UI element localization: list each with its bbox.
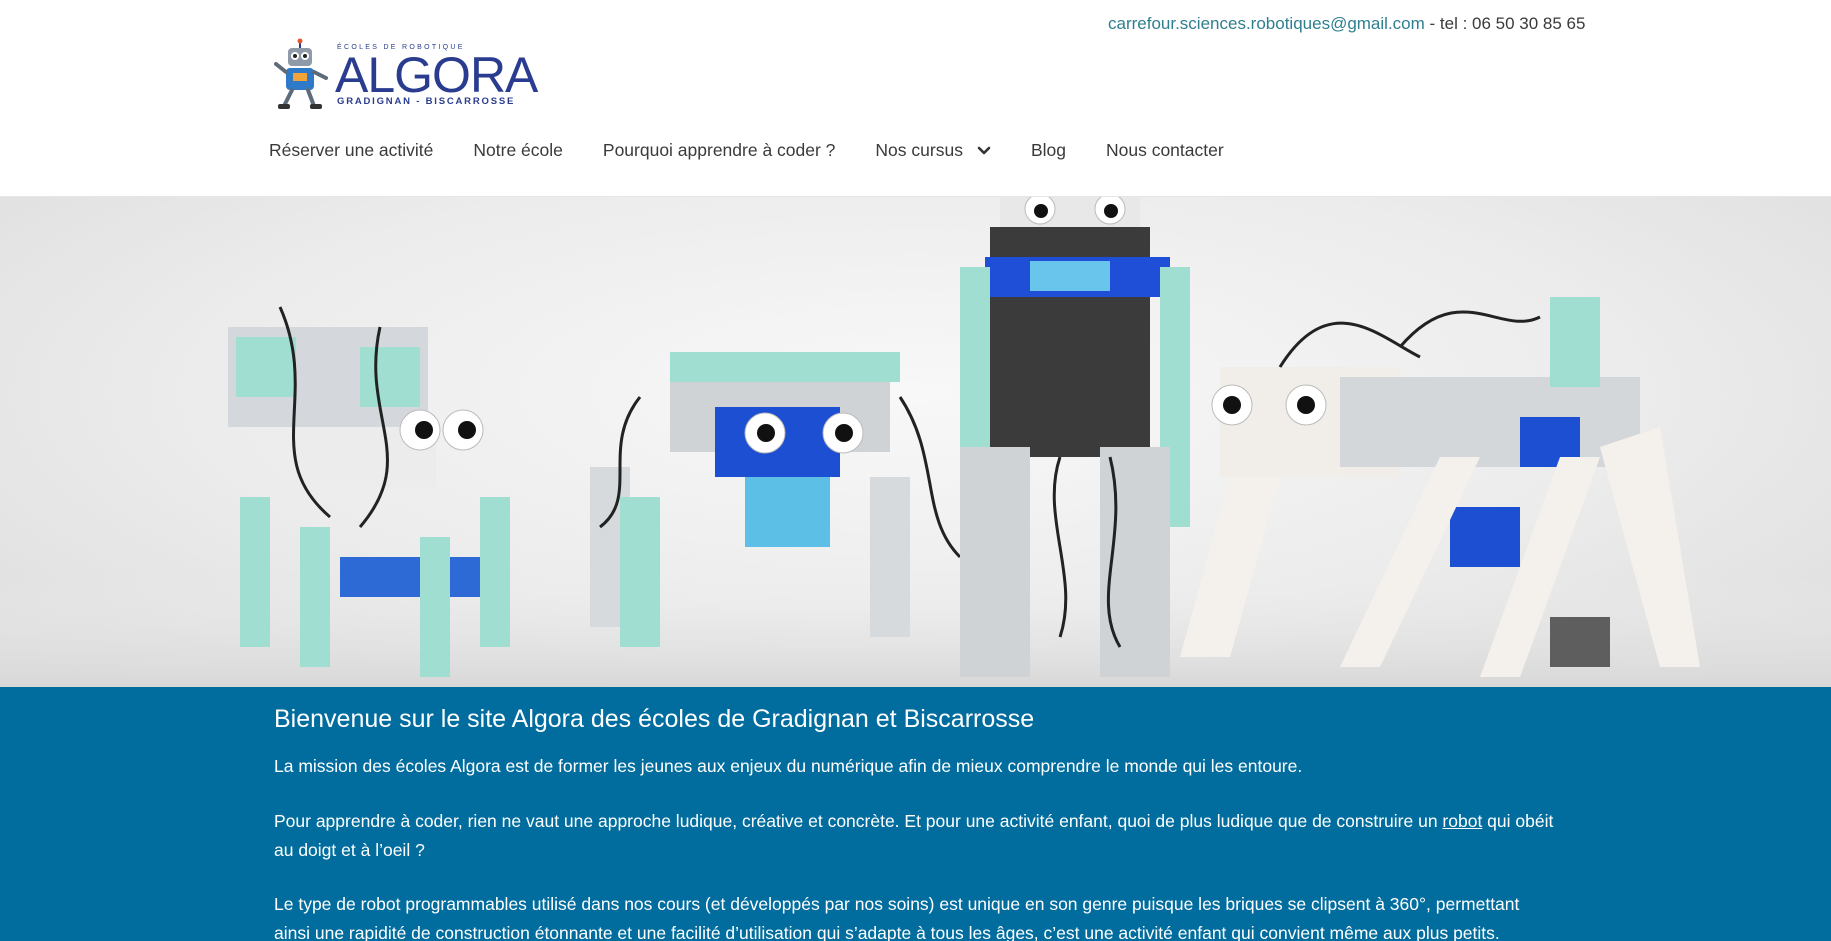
welcome-section: Bienvenue sur le site Algora des écoles … xyxy=(0,687,1831,941)
robot-mascot-icon xyxy=(274,38,328,109)
nav-item-contact[interactable]: Nous contacter xyxy=(1106,140,1224,161)
nav-item-blog[interactable]: Blog xyxy=(1031,140,1066,161)
nav-item-nos-cursus-label: Nos cursus xyxy=(875,140,963,160)
logo-wordmark: ALGORA xyxy=(335,47,538,103)
mission-paragraph: La mission des écoles Algora est de form… xyxy=(274,756,1303,776)
contact-bar: carrefour.sciences.robotiques@gmail.com … xyxy=(1108,14,1585,34)
chevron-down-icon[interactable] xyxy=(977,146,991,156)
robot-type-paragraph: Le type de robot programmables utilisé d… xyxy=(274,894,1520,941)
page: carrefour.sciences.robotiques@gmail.com … xyxy=(0,0,1831,941)
nav-item-nos-cursus[interactable]: Nos cursus xyxy=(875,140,991,161)
robots-photo xyxy=(0,197,1831,687)
nav-item-pourquoi-coder[interactable]: Pourquoi apprendre à coder ? xyxy=(603,140,836,161)
main-nav: Réserver une activité Notre école Pourqu… xyxy=(269,140,1264,161)
robot-link[interactable]: robot xyxy=(1442,811,1482,831)
site-header: carrefour.sciences.robotiques@gmail.com … xyxy=(0,0,1831,197)
welcome-title: Bienvenue sur le site Algora des écoles … xyxy=(274,705,1035,733)
algora-logo[interactable]: ÉCOLES DE ROBOTIQUE ALGORA GRADIGNAN - B… xyxy=(274,38,538,112)
approach-text-1: Pour apprendre à coder, rien ne vaut une… xyxy=(274,811,1443,831)
logo-locations: GRADIGNAN - BISCARROSSE xyxy=(337,96,516,107)
approach-paragraph: Pour apprendre à coder, rien ne vaut une… xyxy=(274,807,1554,865)
contact-phone: - tel : 06 50 30 85 65 xyxy=(1424,14,1586,33)
hero-banner xyxy=(0,197,1831,687)
contact-email-link[interactable]: carrefour.sciences.robotiques@gmail.com xyxy=(1108,14,1425,33)
nav-item-notre-ecole[interactable]: Notre école xyxy=(473,140,563,161)
nav-item-reserver[interactable]: Réserver une activité xyxy=(269,140,433,161)
